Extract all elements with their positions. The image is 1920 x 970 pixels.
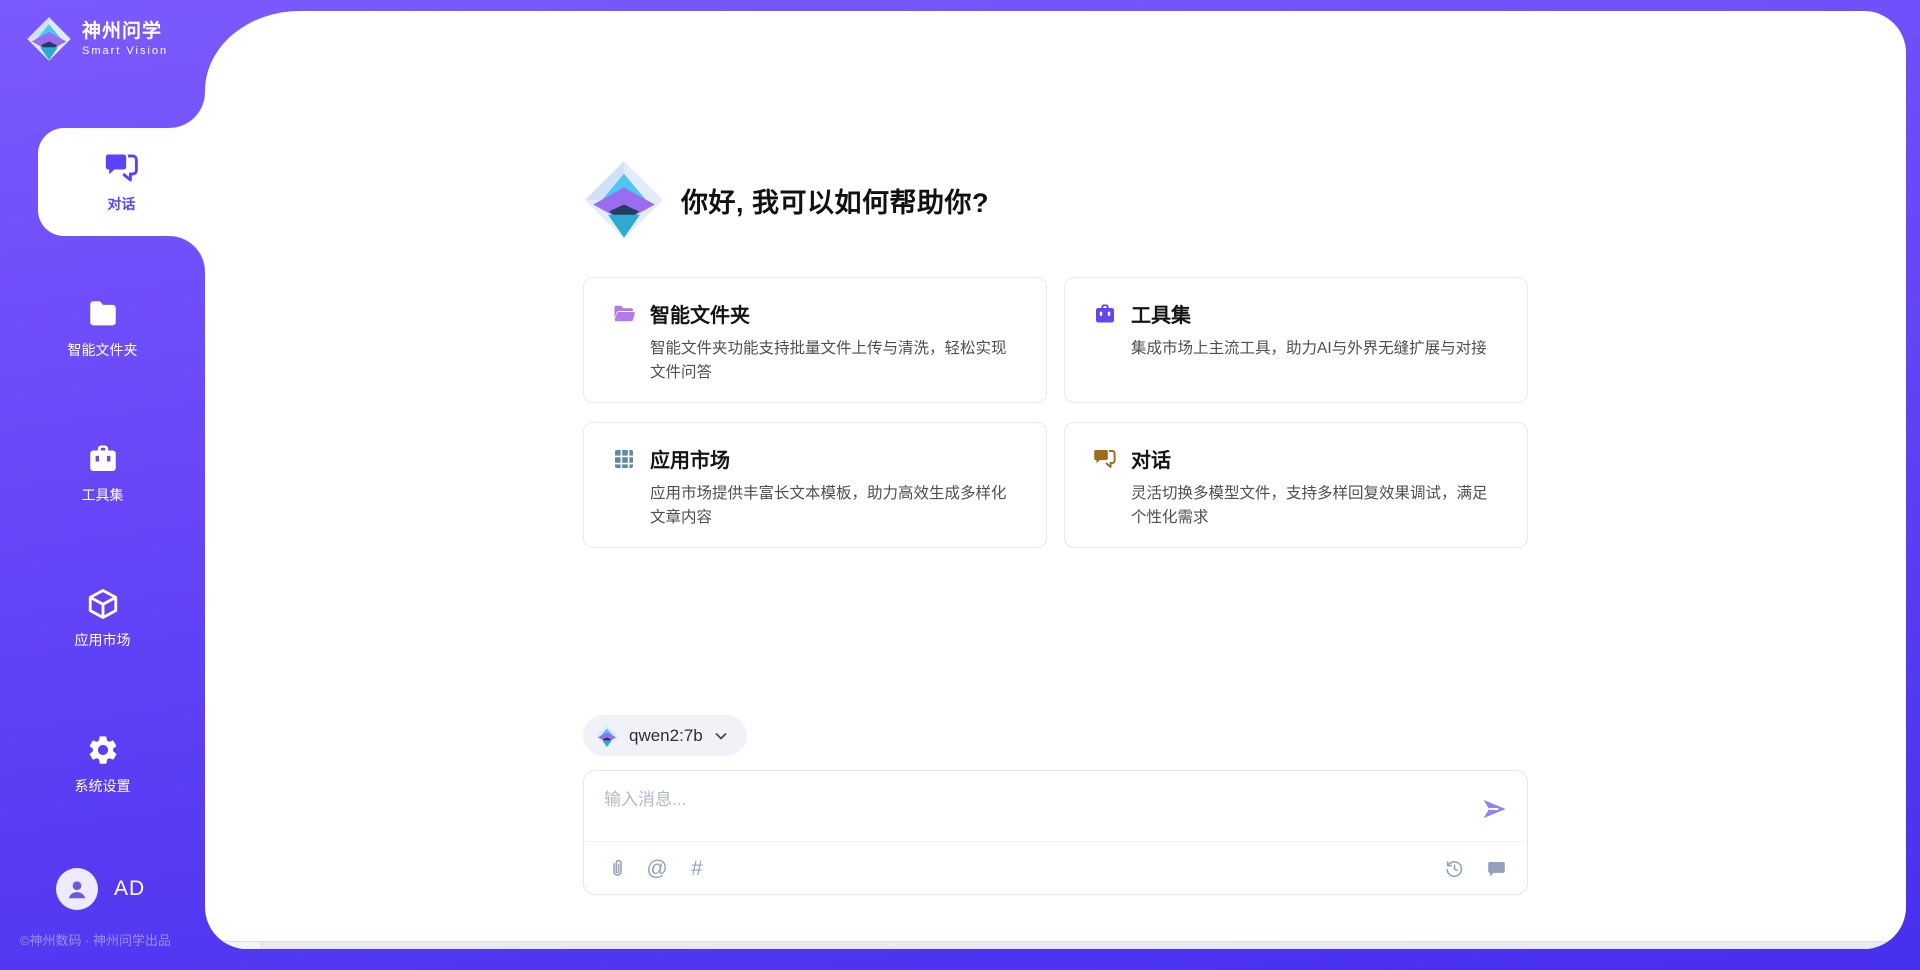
main-panel: 你好, 我可以如何帮助你? 智能文件夹 智能文件夹功能支持批量文件上传与清洗，轻… xyxy=(205,11,1906,949)
sidebar-item-settings[interactable]: 系统设置 xyxy=(0,727,205,801)
sidebar-item-smart-folder[interactable]: 智能文件夹 xyxy=(0,291,205,365)
brand-gem-icon xyxy=(583,159,665,241)
card-chat[interactable]: 对话 灵活切换多模型文件，支持多样回复效果调试，满足个性化需求 xyxy=(1064,422,1528,548)
chevron-down-icon xyxy=(713,728,729,744)
folder-icon xyxy=(86,297,120,331)
chat-icon xyxy=(1093,447,1117,471)
sidebar-item-label: 智能文件夹 xyxy=(68,340,138,360)
person-icon xyxy=(64,876,90,902)
send-icon xyxy=(1480,795,1508,823)
card-description: 智能文件夹功能支持批量文件上传与清洗，轻松实现文件问答 xyxy=(650,337,1020,385)
message-icon[interactable] xyxy=(1483,855,1509,881)
sidebar-item-toolset[interactable]: 工具集 xyxy=(0,436,205,510)
copyright-footer: ©神州数码 · 神州问学出品 xyxy=(0,930,191,949)
message-input[interactable] xyxy=(604,785,1477,831)
card-description: 灵活切换多模型文件，支持多样回复效果调试，满足个性化需求 xyxy=(1131,482,1501,530)
sidebar: 神州问学 Smart Vision 对话 智能文件夹 工具集 应用市场 xyxy=(0,0,205,970)
user-account[interactable]: AD xyxy=(56,868,145,910)
app-logo: 神州问学 Smart Vision xyxy=(26,16,168,62)
sidebar-item-label: 对话 xyxy=(108,194,136,214)
card-toolset[interactable]: 工具集 集成市场上主流工具，助力AI与外界无缝扩展与对接 xyxy=(1064,277,1528,403)
model-name: qwen2:7b xyxy=(629,726,703,746)
card-title: 工具集 xyxy=(1131,299,1191,328)
composer: qwen2:7b xyxy=(583,715,1528,895)
history-icon[interactable] xyxy=(1441,855,1467,881)
card-title: 智能文件夹 xyxy=(650,299,750,328)
feature-cards: 智能文件夹 智能文件夹功能支持批量文件上传与清洗，轻松实现文件问答 工具集 集成… xyxy=(583,277,1528,548)
paperclip-icon[interactable] xyxy=(604,855,630,881)
send-button[interactable] xyxy=(1477,793,1511,827)
card-smart-folder[interactable]: 智能文件夹 智能文件夹功能支持批量文件上传与清洗，轻松实现文件问答 xyxy=(583,277,1047,403)
message-input-box: @ # xyxy=(583,770,1528,895)
user-name: AD xyxy=(114,877,145,901)
brand-gem-icon xyxy=(26,16,72,62)
toolbox-icon xyxy=(86,442,120,476)
card-title: 应用市场 xyxy=(650,444,730,473)
sidebar-item-chat[interactable]: 对话 xyxy=(38,128,205,236)
at-icon[interactable]: @ xyxy=(644,855,670,881)
model-selector[interactable]: qwen2:7b xyxy=(583,715,747,756)
sidebar-item-app-market[interactable]: 应用市场 xyxy=(0,581,205,655)
hash-icon[interactable]: # xyxy=(684,855,710,881)
card-description: 应用市场提供丰富长文本模板，助力高效生成多样化文章内容 xyxy=(650,482,1020,530)
toolbox-icon xyxy=(1093,302,1117,326)
sidebar-item-label: 应用市场 xyxy=(75,630,131,650)
greeting-text: 你好, 我可以如何帮助你? xyxy=(681,181,989,220)
gear-icon xyxy=(86,733,120,767)
card-title: 对话 xyxy=(1131,444,1171,473)
folder-open-icon xyxy=(612,302,636,326)
grid-icon xyxy=(612,447,636,471)
sidebar-item-label: 工具集 xyxy=(82,485,124,505)
app-subtitle: Smart Vision xyxy=(82,45,168,57)
card-description: 集成市场上主流工具，助力AI与外界无缝扩展与对接 xyxy=(1131,337,1501,361)
brand-gem-icon xyxy=(595,724,619,748)
app-title: 神州问学 xyxy=(82,21,168,43)
chat-icon xyxy=(104,150,140,186)
card-app-market[interactable]: 应用市场 应用市场提供丰富长文本模板，助力高效生成多样化文章内容 xyxy=(583,422,1047,548)
cube-icon xyxy=(86,587,120,621)
sidebar-item-label: 系统设置 xyxy=(75,776,131,796)
horizontal-scrollbar[interactable] xyxy=(205,941,1906,949)
greeting: 你好, 我可以如何帮助你? xyxy=(583,159,1528,241)
avatar xyxy=(56,868,98,910)
